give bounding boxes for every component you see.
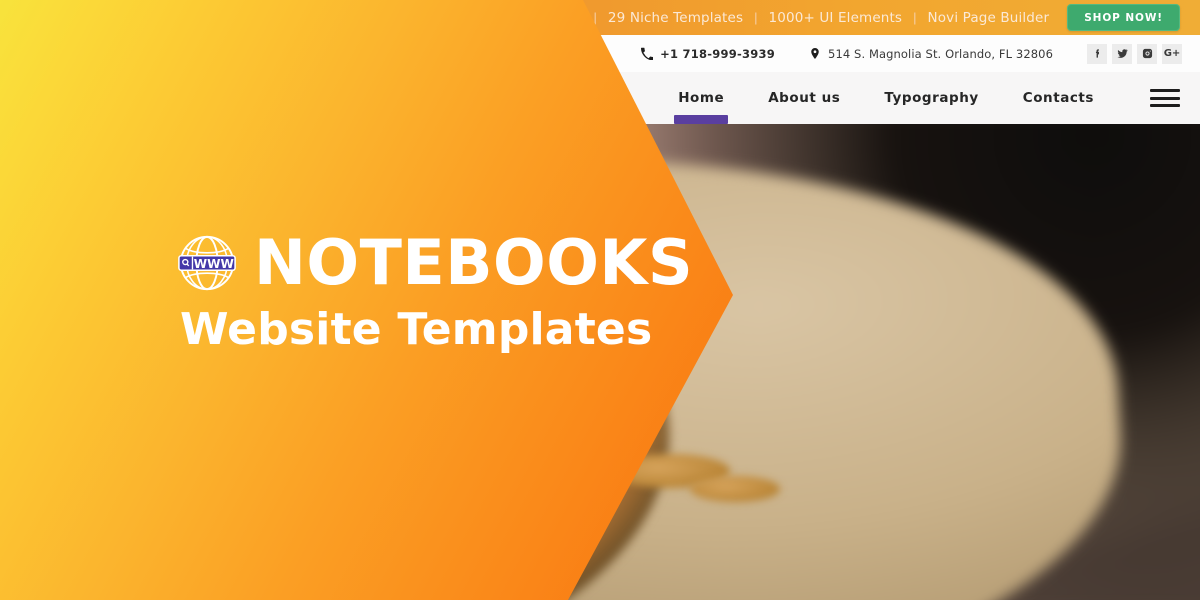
globe-www-icon: WWW bbox=[178, 235, 236, 291]
nav-item-home[interactable]: Home bbox=[656, 72, 746, 124]
shop-now-button[interactable]: SHOP NOW! bbox=[1067, 4, 1180, 31]
phone-contact[interactable]: +1 718-999-3939 bbox=[641, 47, 775, 61]
promo-banner: 00+ HTML Files | 29 Niche Templates | 10… bbox=[0, 0, 1200, 600]
announcement-item: 1000+ UI Elements bbox=[768, 9, 903, 26]
announcement-item: Novi Page Builder bbox=[927, 9, 1050, 26]
google-plus-icon[interactable]: G+ bbox=[1162, 43, 1182, 64]
nav-item-typography[interactable]: Typography bbox=[862, 72, 1000, 124]
announcement-item: 29 Niche Templates bbox=[607, 9, 744, 26]
hamburger-menu-icon[interactable] bbox=[1150, 87, 1180, 109]
announcement-separator: | bbox=[754, 10, 758, 25]
announcement-separator: | bbox=[913, 10, 917, 25]
social-links: G+ bbox=[1087, 43, 1182, 64]
address-text: 514 S. Magnolia St. Orlando, FL 32806 bbox=[828, 46, 1053, 61]
nav-item-contacts[interactable]: Contacts bbox=[1001, 72, 1116, 124]
nav-item-about-us[interactable]: About us bbox=[746, 72, 862, 124]
twitter-icon[interactable] bbox=[1112, 43, 1132, 64]
twitter-glyph bbox=[1116, 49, 1128, 58]
phone-icon bbox=[641, 47, 654, 60]
page-subtitle: Website Templates bbox=[180, 304, 653, 355]
map-pin-icon bbox=[811, 48, 819, 59]
nav-list: Home About us Typography Contacts bbox=[656, 72, 1116, 124]
facebook-glyph bbox=[1095, 49, 1099, 58]
svg-text:WWW: WWW bbox=[194, 257, 234, 271]
promo-content: WWW NOTEBOOKS Website Templates bbox=[176, 232, 696, 352]
address-contact[interactable]: 514 S. Magnolia St. Orlando, FL 32806 bbox=[809, 47, 1053, 61]
instagram-icon[interactable] bbox=[1137, 43, 1157, 64]
phone-number: +1 718-999-3939 bbox=[660, 46, 776, 61]
promo-title-row: WWW NOTEBOOKS bbox=[176, 232, 696, 294]
facebook-icon[interactable] bbox=[1087, 43, 1107, 64]
page-title: NOTEBOOKS bbox=[254, 226, 694, 299]
instagram-glyph bbox=[1142, 48, 1152, 59]
